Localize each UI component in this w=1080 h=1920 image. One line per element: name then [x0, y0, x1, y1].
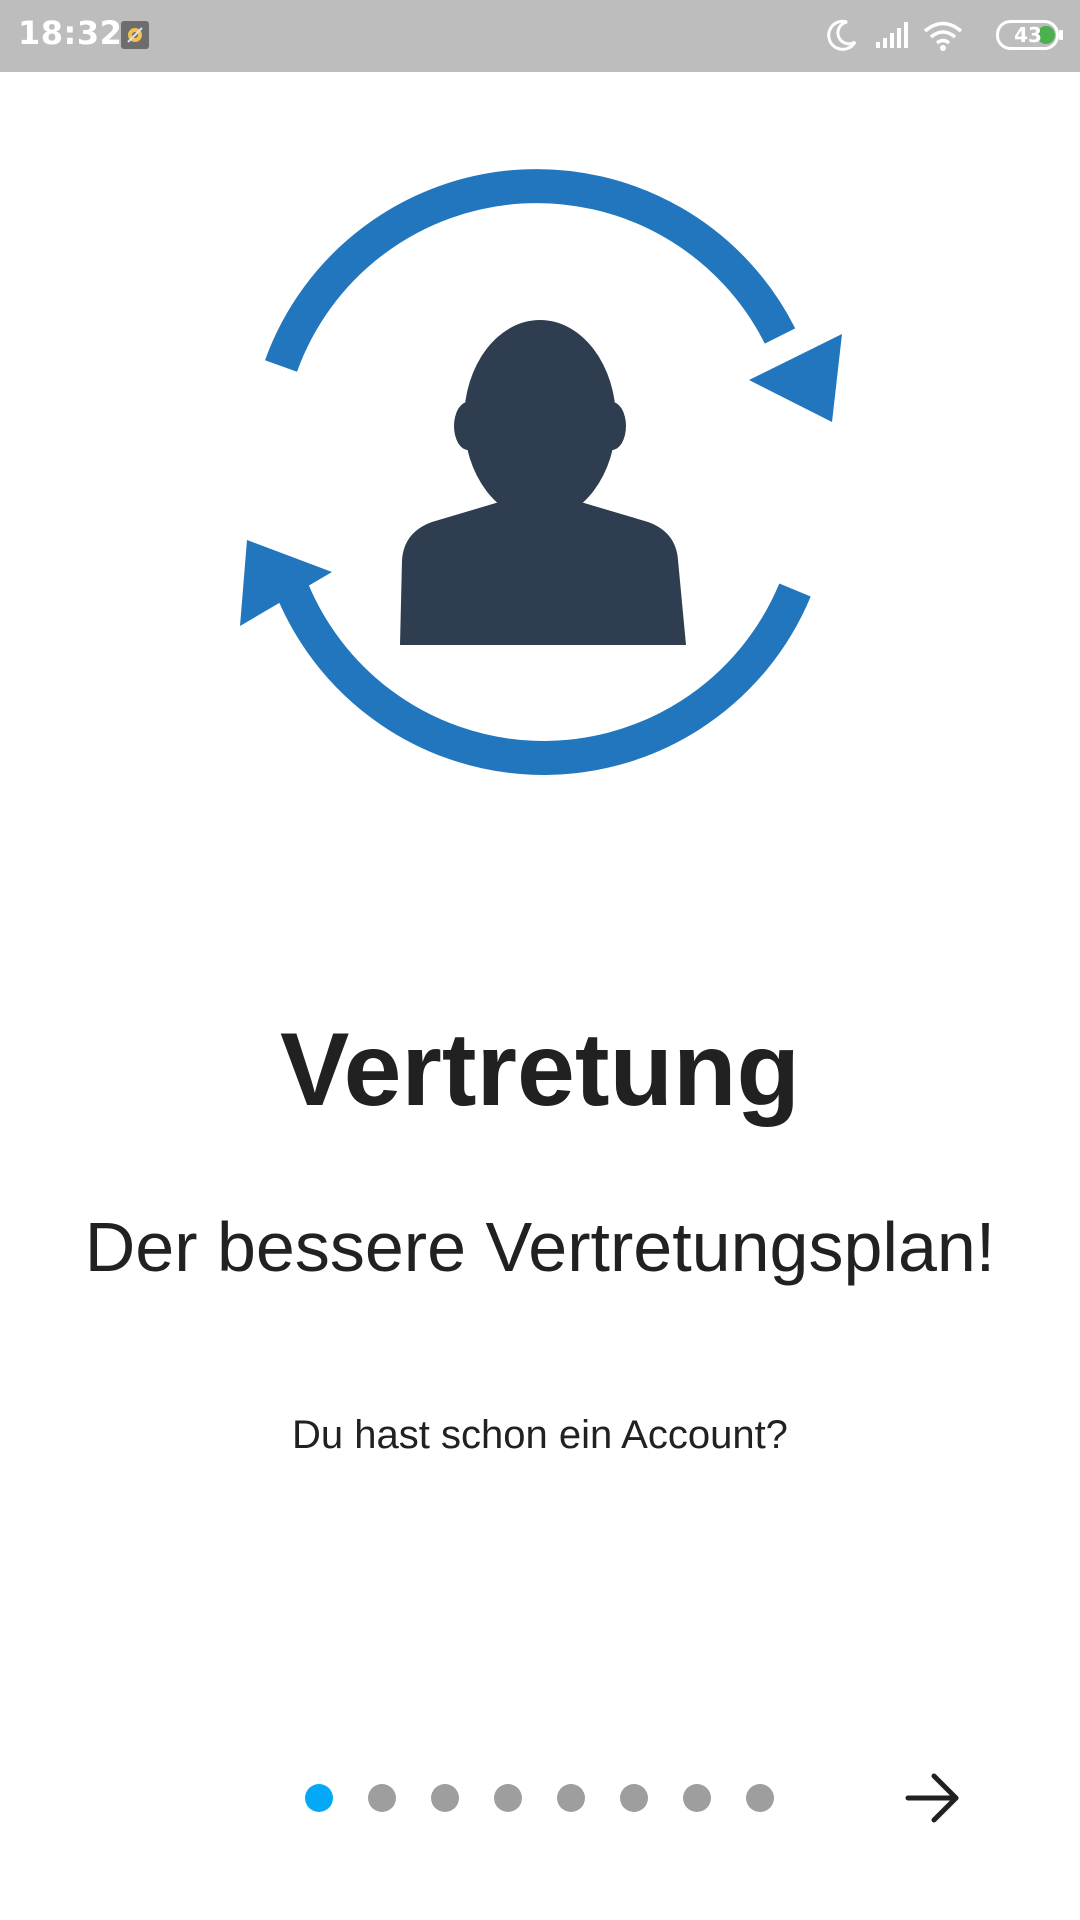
app-notification-icon	[121, 21, 149, 49]
sync-arrowhead-top	[749, 334, 842, 422]
wifi-icon	[923, 21, 963, 51]
page-indicator-dot[interactable]	[746, 1784, 774, 1812]
arrow-right-icon	[905, 1773, 959, 1823]
page-indicator-dot[interactable]	[368, 1784, 396, 1812]
page-indicator-dot[interactable]	[557, 1784, 585, 1812]
moon-icon	[827, 19, 857, 51]
page-indicator-dot[interactable]	[305, 1784, 333, 1812]
signal-icon	[876, 22, 908, 48]
person-silhouette	[400, 320, 686, 645]
existing-account-link[interactable]: Du hast schon ein Account?	[0, 1410, 1080, 1460]
page-indicator-dot[interactable]	[683, 1784, 711, 1812]
page-indicator-dot[interactable]	[620, 1784, 648, 1812]
person-sync-icon	[240, 169, 842, 775]
page-title: Vertretung	[279, 1012, 801, 1128]
page-indicator-dot[interactable]	[494, 1784, 522, 1812]
page-indicator-dot[interactable]	[431, 1784, 459, 1812]
battery-level: 43	[1014, 23, 1042, 47]
status-bar: 18:32 43	[0, 0, 1080, 72]
status-time: 18:32	[18, 14, 123, 52]
next-button[interactable]	[890, 1766, 962, 1830]
page-subtitle: Der bessere Vertretungsplan!	[84, 1208, 996, 1286]
battery-icon: 43	[996, 20, 1064, 50]
